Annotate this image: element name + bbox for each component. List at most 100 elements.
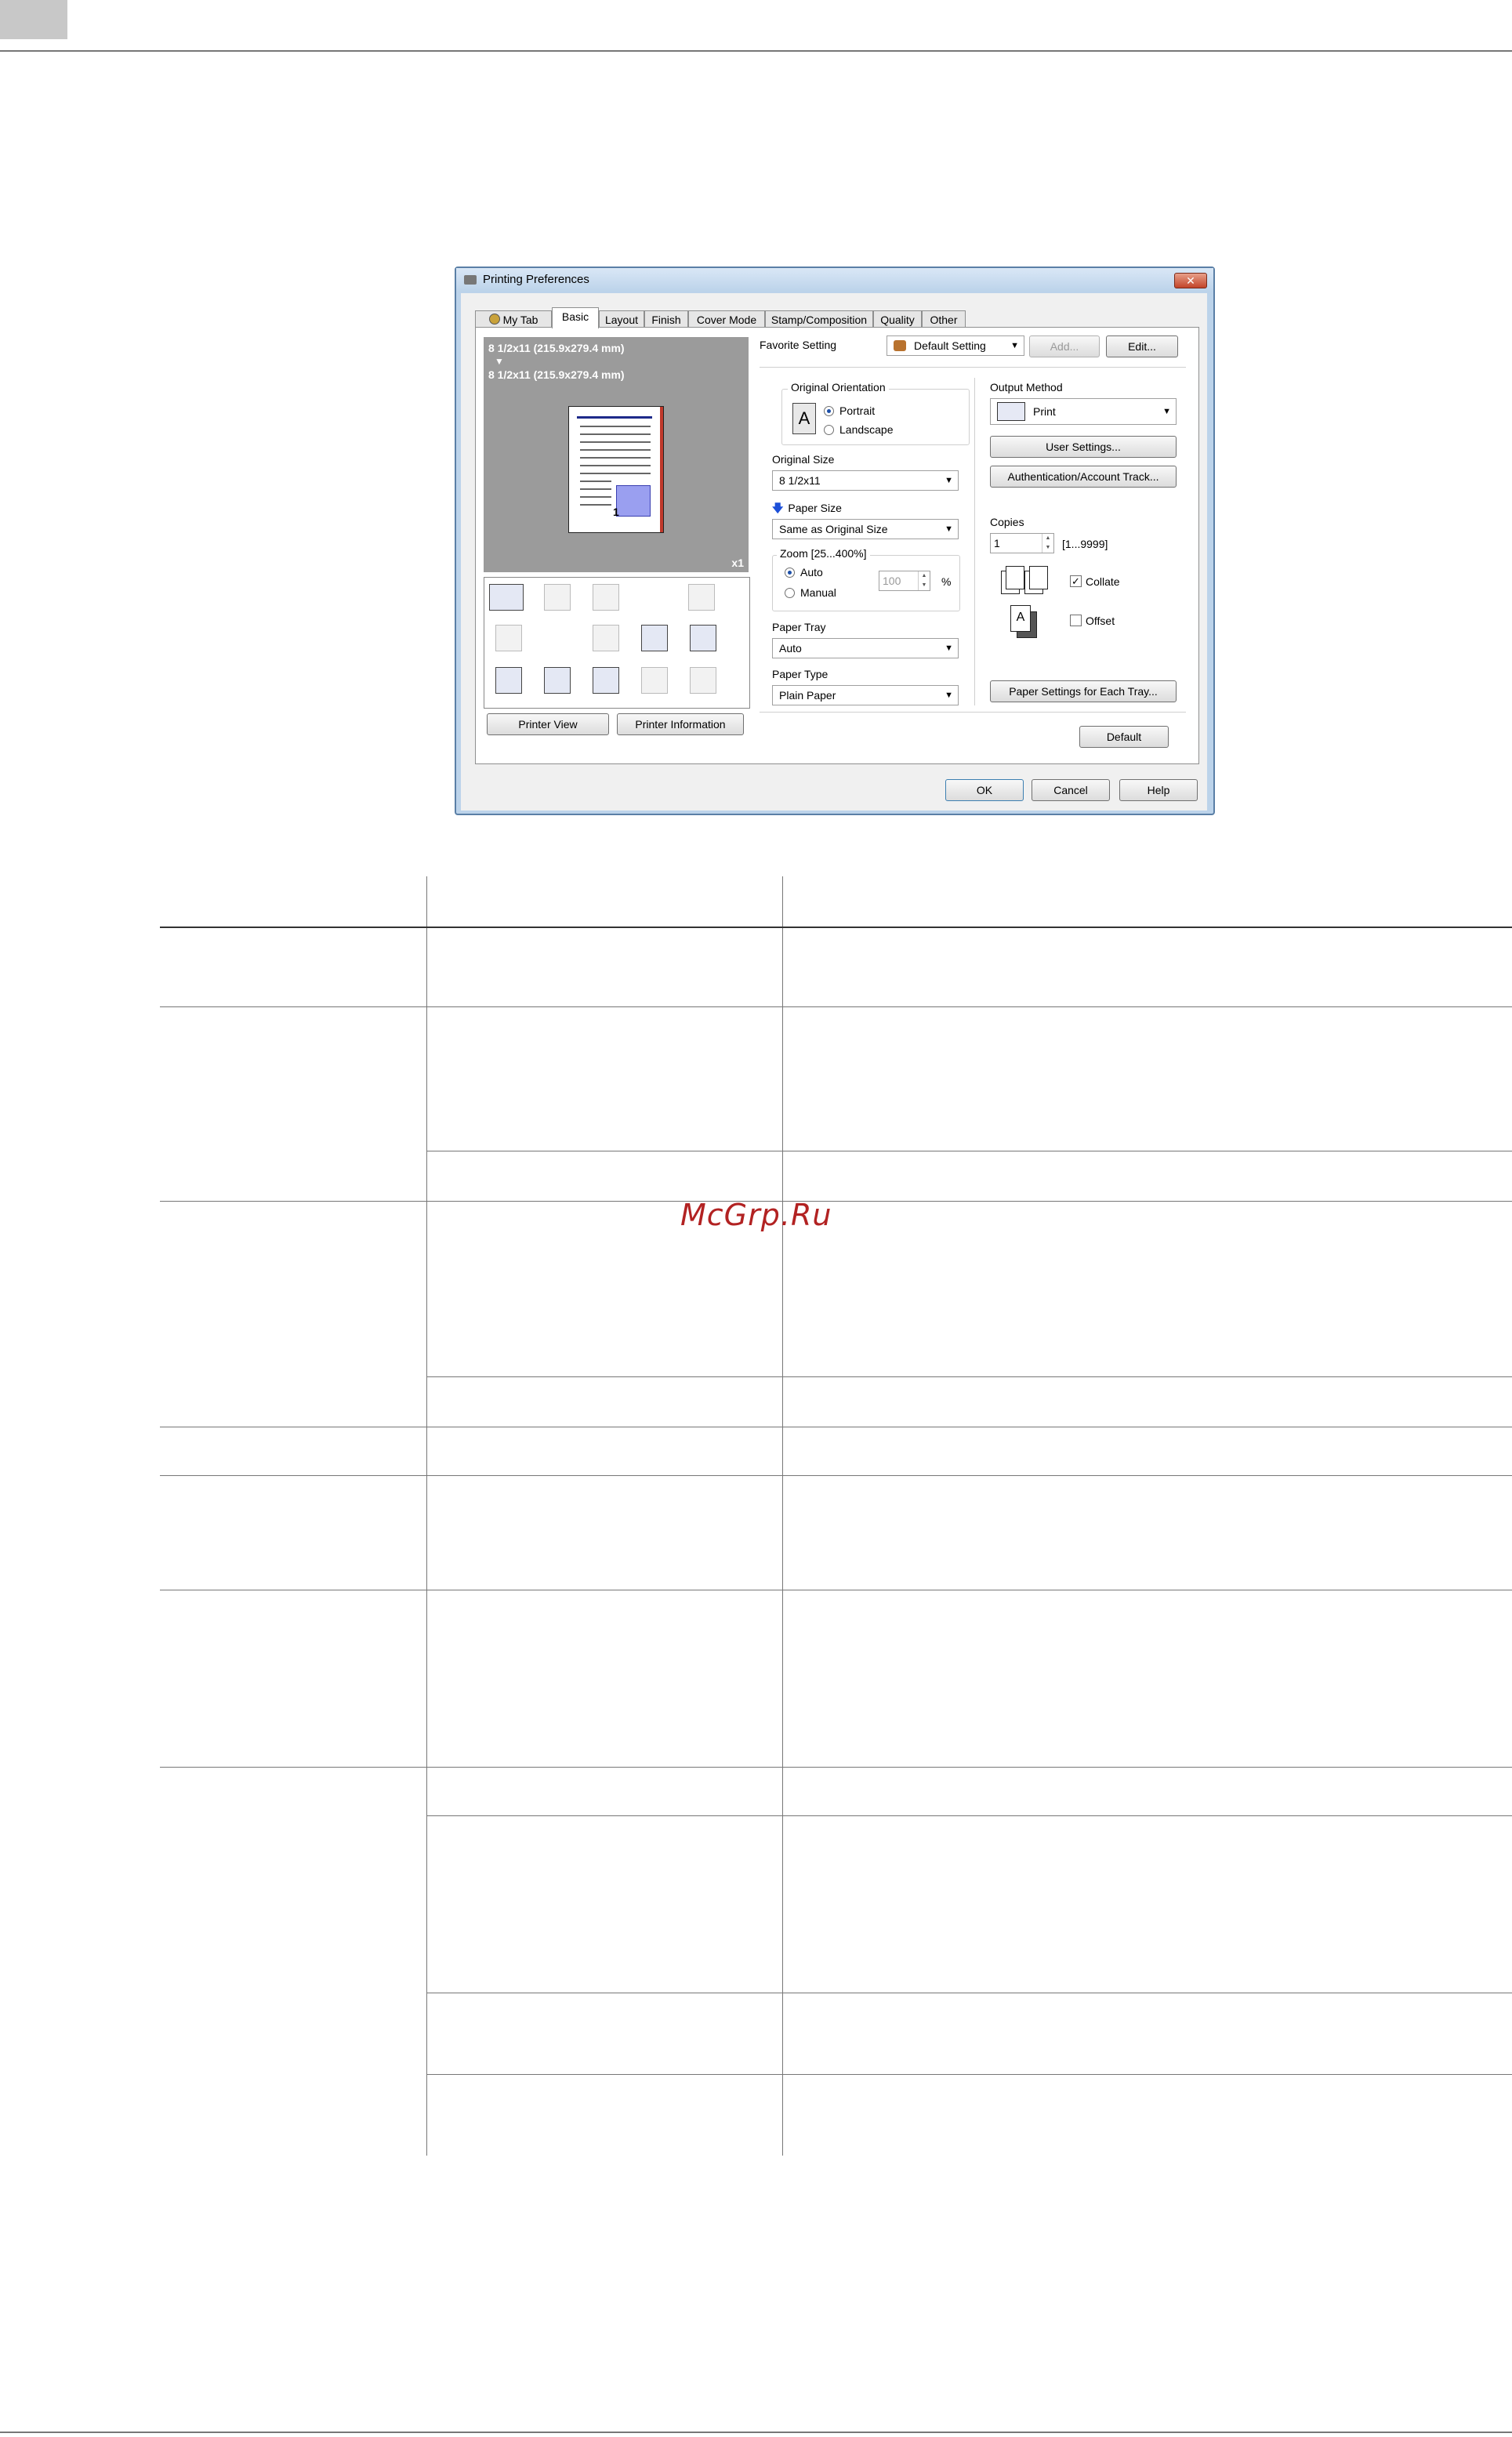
dialog-client-area: My Tab Basic Layout Finish Cover Mode St… [461,293,1207,811]
printing-preferences-dialog: Printing Preferences ✕ My Tab Basic Layo… [455,267,1215,815]
preview-page: 1 [568,406,664,533]
close-button[interactable]: ✕ [1174,273,1207,288]
zoom-group [772,555,960,611]
copies-label: Copies [990,516,1024,528]
zoom-manual-radio[interactable] [785,588,795,598]
box-save-icon[interactable] [690,667,716,694]
chevron-down-icon: ▼ [945,476,953,485]
color-document-icon[interactable] [495,667,522,694]
account-track-icon[interactable] [593,667,619,694]
help-button[interactable]: Help [1119,779,1198,801]
tab-cover-mode[interactable]: Cover Mode [688,310,765,328]
tab-layout[interactable]: Layout [599,310,644,328]
table-column-divider [782,876,783,2156]
arrow-down-icon: 🡇 [772,502,784,514]
zoom-auto-label: Auto [800,566,823,578]
landscape-radio[interactable] [824,425,834,435]
copies-stepper[interactable]: 1 ▲ ▼ [990,533,1054,553]
zoom-unit: % [941,575,952,588]
output-method-select[interactable]: Print ▼ [990,398,1177,425]
overlay-icon[interactable] [690,625,716,651]
preview-arrow: ▼ [495,356,504,367]
paper-size-label: 🡇 Paper Size [772,502,842,514]
footer-rule [0,2432,1512,2433]
print-output-icon[interactable] [489,584,524,611]
original-orientation-label: Original Orientation [788,381,889,393]
cancel-button[interactable]: Cancel [1032,779,1110,801]
copies-range: [1...9999] [1062,538,1108,550]
stepper-arrows-icon[interactable]: ▲ ▼ [1042,534,1053,553]
chevron-down-icon: ▼ [1162,407,1171,416]
printer-information-button[interactable]: Printer Information [617,713,744,735]
printer-view-button[interactable]: Printer View [487,713,609,735]
tab-finish[interactable]: Finish [644,310,688,328]
favorite-separator [760,367,1186,368]
table-row-rule [160,1201,1512,1202]
chevron-down-icon: ▼ [1010,341,1019,350]
collate-label: Collate [1086,575,1120,588]
authentication-account-track-button[interactable]: Authentication/Account Track... [990,466,1177,488]
ok-button[interactable]: OK [945,779,1024,801]
page-corner-marker [0,0,67,39]
table-row-rule [160,1767,1512,1768]
user-auth-icon[interactable] [544,667,571,694]
tab-my-tab[interactable]: My Tab [475,310,552,328]
edit-favorite-button[interactable]: Edit... [1106,335,1178,357]
paper-settings-each-tray-button[interactable]: Paper Settings for Each Tray... [990,680,1177,702]
collate-checkbox[interactable]: ✓ [1070,575,1082,587]
original-size-select[interactable]: 8 1/2x11 ▼ [772,470,959,491]
user-icon [488,314,500,325]
add-favorite-button[interactable]: Add... [1029,335,1100,357]
output-method-label: Output Method [990,381,1063,393]
table-row-rule [160,1006,1512,1007]
original-size-label: Original Size [772,453,835,466]
paper-size-select[interactable]: Same as Original Size ▼ [772,519,959,539]
offset-label: Offset [1086,615,1115,627]
zoom-manual-label: Manual [800,586,836,599]
watermark: McGrp.Ru [680,1198,832,1232]
tab-basic[interactable]: Basic [552,307,599,328]
duplex-icon[interactable] [593,584,619,611]
dialog-title: Printing Preferences [483,273,589,286]
portrait-radio[interactable] [824,406,834,416]
default-button[interactable]: Default [1079,726,1169,748]
preview-original-size: 8 1/2x11 (215.9x279.4 mm) [488,342,625,354]
paper-tray-select[interactable]: Auto ▼ [772,638,959,658]
text-stamp-icon[interactable] [593,625,619,651]
rotate-icon[interactable] [688,584,715,611]
table-row-rule [426,2074,1512,2075]
printer-icon [464,275,477,285]
bottom-separator [760,712,1186,713]
favorite-setting-select[interactable]: Default Setting ▼ [887,335,1024,356]
collate-pages-icon [1001,566,1048,594]
chevron-down-icon: ▼ [945,691,953,700]
secure-print-icon[interactable] [641,667,668,694]
staple-icon[interactable] [544,584,571,611]
tab-other[interactable]: Other [922,310,966,328]
zoom-value-stepper[interactable]: 100 ▲ ▼ [879,571,930,591]
tab-stamp-composition[interactable]: Stamp/Composition [765,310,873,328]
title-bar[interactable]: Printing Preferences ✕ [456,268,1213,292]
offset-checkbox[interactable] [1070,615,1082,626]
table-row-rule [426,1376,1512,1377]
print-preview: 8 1/2x11 (215.9x279.4 mm) ▼ 8 1/2x11 (21… [484,337,749,572]
copy-stack-icon[interactable] [495,625,522,651]
favorite-icon [894,340,906,351]
stepper-arrows-icon[interactable]: ▲ ▼ [918,571,930,590]
chevron-down-icon: ▼ [945,644,953,653]
table-row-rule [426,1815,1512,1816]
print-output-icon [997,402,1025,421]
chevron-down-icon: ▼ [945,524,953,534]
user-settings-button[interactable]: User Settings... [990,436,1177,458]
column-separator [974,378,975,705]
page-header-icon[interactable] [641,625,668,651]
table-header-rule [160,927,1512,928]
zoom-auto-radio[interactable] [785,568,795,578]
paper-tray-label: Paper Tray [772,621,826,633]
tab-quality[interactable]: Quality [873,310,922,328]
paper-type-label: Paper Type [772,668,829,680]
basic-tab-panel: 8 1/2x11 (215.9x279.4 mm) ▼ 8 1/2x11 (21… [475,327,1199,764]
table-row-rule [160,1475,1512,1476]
paper-type-select[interactable]: Plain Paper ▼ [772,685,959,705]
header-rule [0,50,1512,52]
